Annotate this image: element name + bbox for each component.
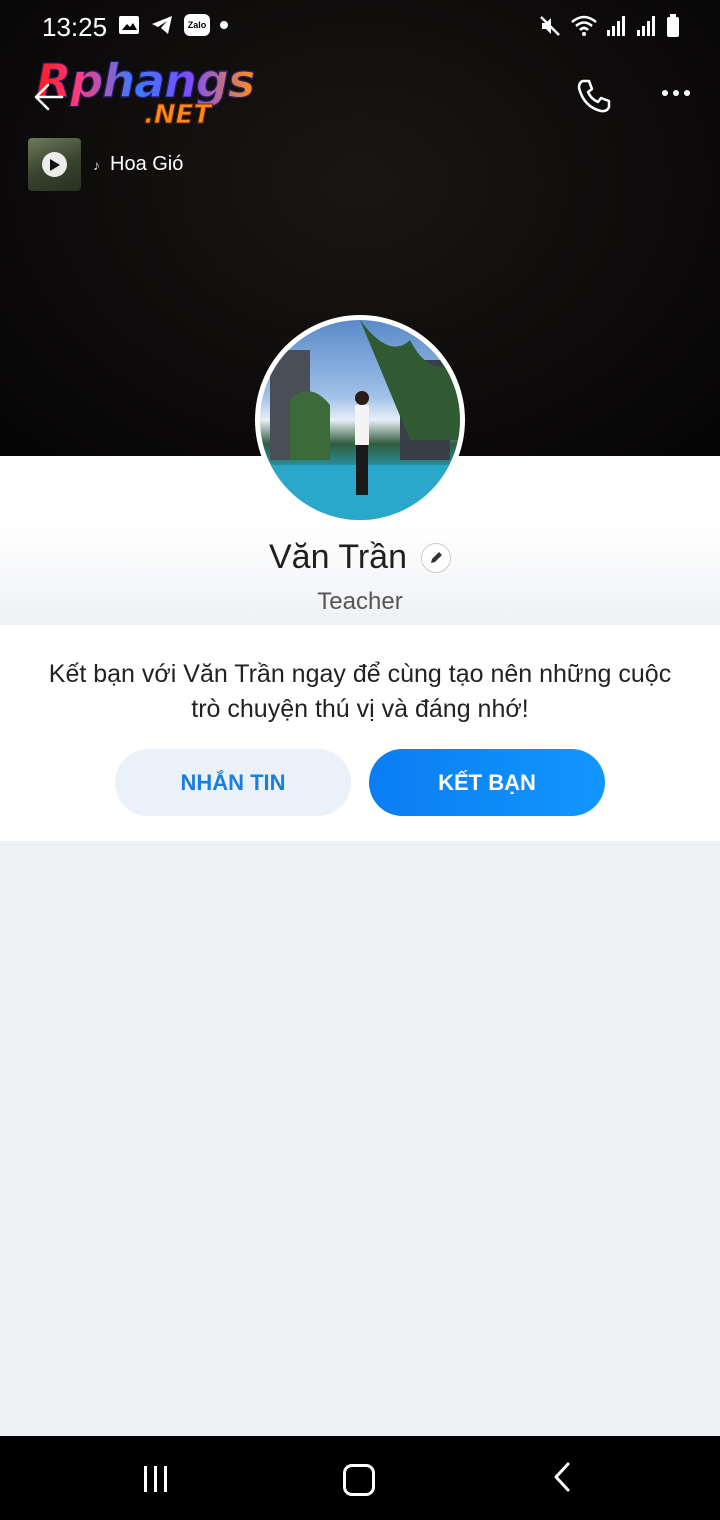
add-friend-button-label: KẾT BẠN [438, 769, 536, 795]
recent-apps-icon [144, 1466, 147, 1492]
status-bar: 13:25 Zalo [0, 0, 720, 56]
zalo-icon: Zalo [184, 14, 210, 36]
signal-icon [637, 16, 655, 36]
nav-back-icon [554, 1462, 570, 1492]
dot-icon [220, 21, 228, 29]
profile-name: Văn Trần [269, 538, 407, 576]
avatar[interactable] [255, 315, 465, 525]
add-friend-message: Kết bạn với Văn Trần ngay để cùng tạo nê… [48, 660, 672, 723]
telegram-icon [152, 16, 172, 34]
avatar-photo [260, 320, 460, 520]
message-button-label: NHẮN TIN [180, 769, 286, 795]
back-arrow-icon [34, 83, 64, 111]
recent-apps-icon [154, 1466, 157, 1492]
more-icon [673, 90, 679, 96]
zalo-icon-label: Zalo [187, 20, 207, 30]
edit-name-button[interactable] [420, 542, 451, 573]
recent-apps-button[interactable] [144, 1466, 167, 1492]
watermark-logo: Rphangs .NET [35, 54, 266, 134]
battery-icon [667, 14, 679, 37]
phone-icon [577, 79, 611, 113]
system-nav-bar [0, 1436, 720, 1520]
home-button[interactable] [343, 1464, 375, 1496]
profile-name-row: Văn Trần [0, 538, 720, 577]
back-button[interactable] [32, 80, 66, 119]
pencil-icon [430, 551, 442, 563]
play-icon[interactable] [42, 152, 67, 177]
more-icon [662, 90, 668, 96]
profile-music[interactable]: ♪ Hoa Gió [28, 138, 183, 191]
image-icon [119, 16, 139, 34]
wifi-icon [571, 15, 597, 36]
recent-apps-icon [164, 1466, 167, 1492]
nav-back-button[interactable] [550, 1460, 574, 1499]
message-button[interactable]: NHẮN TIN [115, 749, 351, 816]
mute-icon [540, 16, 560, 36]
add-friend-card: Kết bạn với Văn Trần ngay để cùng tạo nê… [0, 625, 720, 841]
more-icon [684, 90, 690, 96]
system-icons [538, 14, 680, 38]
more-button[interactable] [662, 90, 690, 96]
watermark-line2: .NET [143, 100, 212, 131]
music-thumbnail[interactable] [28, 138, 81, 191]
profile-subtitle: Teacher [317, 588, 403, 615]
signal-icon [607, 16, 625, 36]
notification-icons: Zalo [118, 14, 228, 36]
call-button[interactable] [574, 76, 614, 121]
add-friend-button[interactable]: KẾT BẠN [369, 749, 605, 816]
status-time: 13:25 [42, 12, 108, 42]
music-title: Hoa Gió [110, 153, 184, 175]
music-note-icon: ♪ [93, 156, 100, 173]
